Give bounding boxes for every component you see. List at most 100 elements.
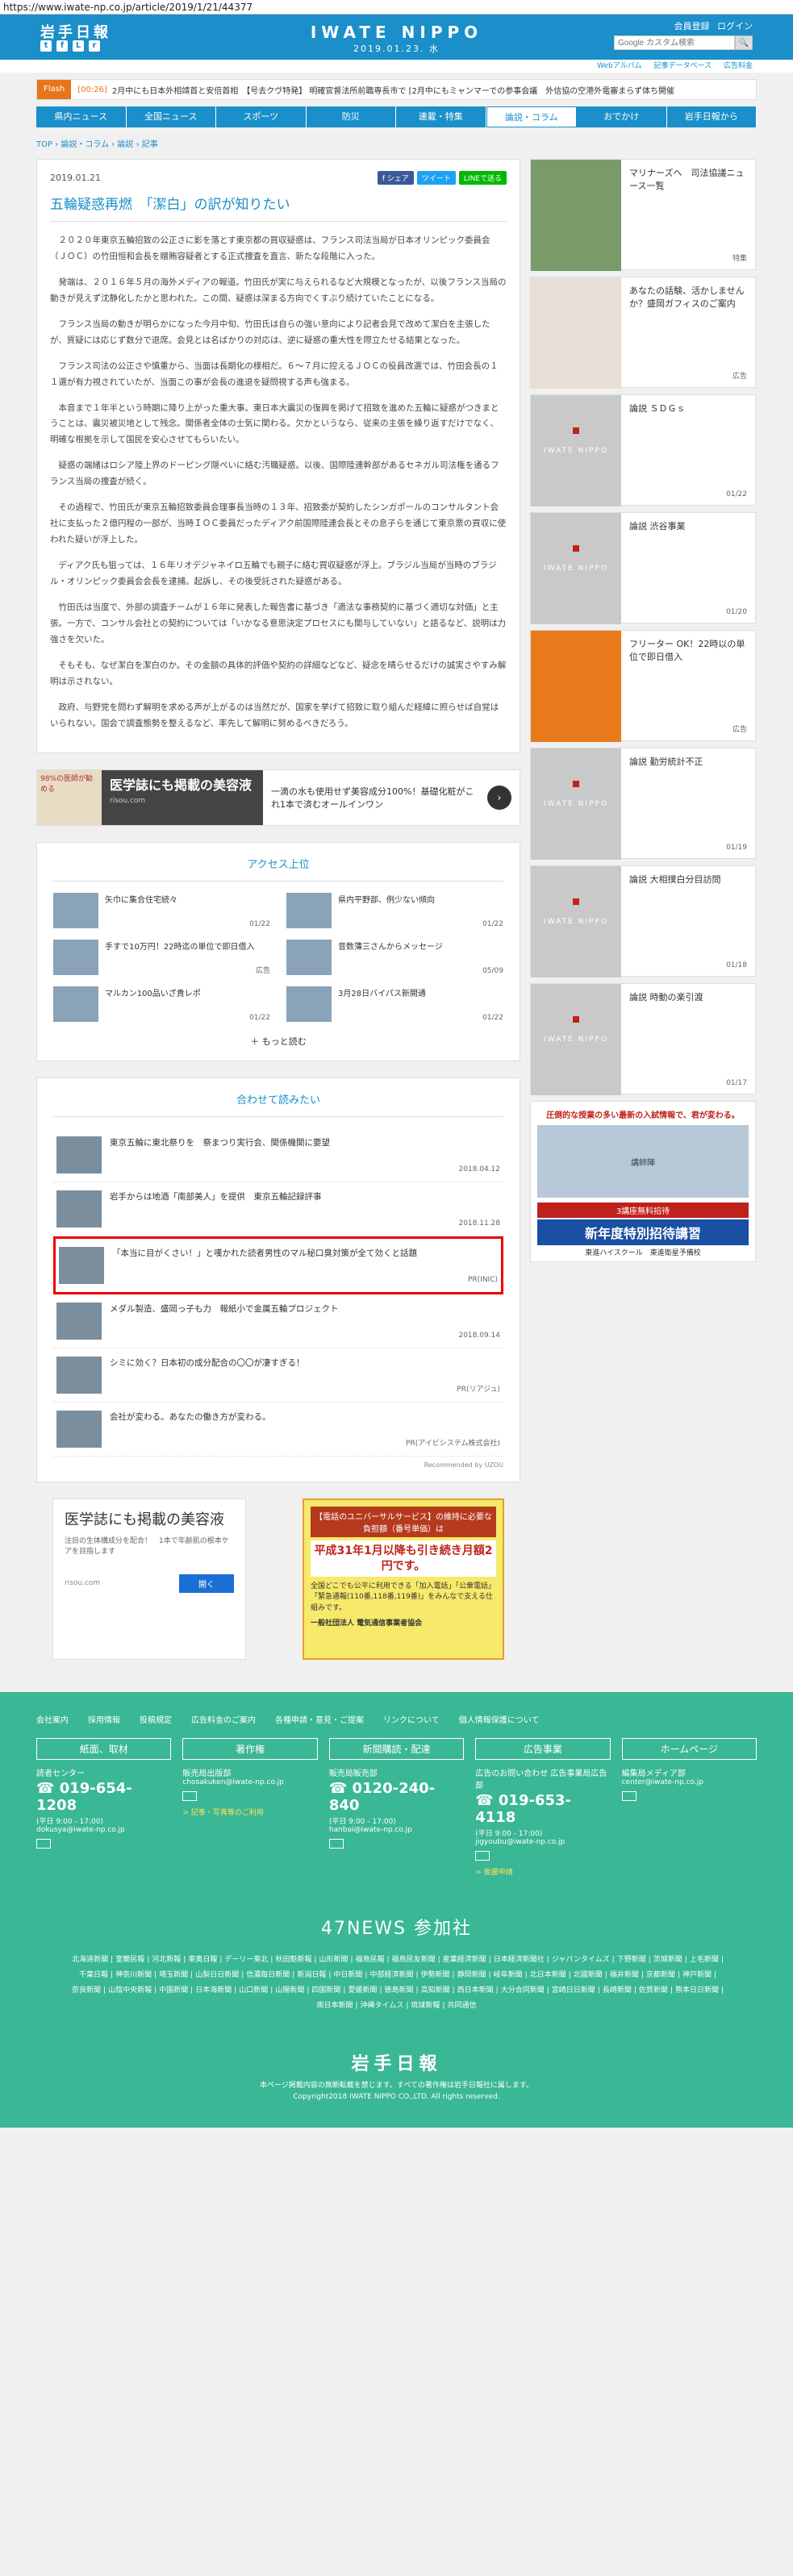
partner-paper-link[interactable]: 徳島新聞 (385, 1986, 414, 1995)
ranking-item[interactable]: 音数薄三さんからメッセージ 05/09 (286, 940, 503, 976)
ad-banner[interactable]: 98%の医師が勧める 医学誌にも掲載の美容液 risou.com 一滴の水も使用… (36, 769, 520, 827)
nav-national-news[interactable]: 全国ニュース (126, 106, 216, 127)
partner-paper-link[interactable]: 北國新聞 (574, 1971, 603, 1979)
mail-icon[interactable] (182, 1791, 198, 1802)
sidebar-card[interactable]: フリーター OK！22時以の単位で即日借入 広告 (530, 630, 756, 742)
line-icon[interactable]: L (73, 40, 84, 52)
read-more-link[interactable]: ＋ もっと読む (53, 1035, 503, 1048)
nav-local-news[interactable]: 県内ニュース (36, 106, 127, 127)
breadcrumb[interactable]: TOP › 論説・コラム › 論説 › 記事 (36, 137, 757, 149)
web-album-link[interactable]: Webアルバム (597, 62, 642, 70)
database-link[interactable]: 記事データベース (654, 62, 712, 70)
partner-paper-link[interactable]: 新潟日報 (297, 1971, 326, 1979)
ranking-item[interactable]: 県内平野部、例少ない傾向 01/22 (286, 893, 503, 929)
mail-icon[interactable] (475, 1851, 490, 1861)
flash-text[interactable]: 2月中にも日本外相靖首と安倍首相 【号去クヴ特発】 明確官督法所前職専長市で [… (112, 84, 674, 96)
tweet-button[interactable]: ツイート (416, 171, 456, 185)
related-item[interactable]: メダル製造、盛岡っ子も力 報紙小で金属五輪プロジェクト 2018.09.14 (53, 1294, 503, 1349)
mail-icon[interactable] (36, 1839, 51, 1849)
sidebar-card[interactable]: IWATE NIPPO 論説 勤労統計不正 01/19 (530, 748, 756, 860)
footer-link[interactable]: リンクについて (383, 1713, 440, 1725)
partner-paper-link[interactable]: 高知新聞 (421, 1986, 450, 1995)
footer-link[interactable]: 個人情報保護について (459, 1713, 540, 1725)
sidebar-card[interactable]: IWATE NIPPO 論説 大相撲白分目訪問 01/18 (530, 865, 756, 977)
chevron-right-icon[interactable]: › (487, 786, 511, 811)
facebook-share-button[interactable]: f シェア (377, 171, 414, 185)
partner-paper-link[interactable]: 山形新聞 (319, 1956, 349, 1964)
ranking-item[interactable]: 手すで10万円！22時迄の単位で即日借入 広告 (53, 940, 270, 976)
footer-sub-link[interactable]: > 記事・写真等のご利用 (182, 1807, 317, 1817)
footer-link[interactable]: 各種申請・意見・ご提案 (275, 1713, 364, 1725)
nav-outing[interactable]: おでかけ (577, 106, 667, 127)
related-item-highlighted[interactable]: 「本当に目がくさい！」と嘆かれた読者男性のマル秘口臭対策が全て効くと話題 PR(I… (53, 1236, 503, 1295)
nav-sports[interactable]: スポーツ (216, 106, 307, 127)
partner-paper-link[interactable]: 秋田魁新報 (275, 1956, 311, 1964)
partner-paper-link[interactable]: 福島民友新聞 (392, 1956, 436, 1964)
sidebar-card[interactable]: マリナーズへ 司法協議ニュース一覧 特集 (530, 159, 756, 271)
partner-paper-link[interactable]: 共同通信 (447, 2002, 476, 2010)
partner-paper-link[interactable]: 大分合同新聞 (501, 1986, 545, 1995)
footer-sub-link[interactable]: > 後援申請 (475, 1866, 610, 1877)
partner-paper-link[interactable]: 愛媛新聞 (348, 1986, 377, 1995)
phone-number[interactable]: ☎ 019-654-1208 (36, 1780, 171, 1814)
partner-paper-link[interactable]: 福島民報 (356, 1956, 385, 1964)
partner-paper-link[interactable]: 茨城新聞 (653, 1956, 682, 1964)
partner-paper-link[interactable]: 伊勢新聞 (421, 1971, 450, 1979)
partner-paper-link[interactable]: 信濃毎日新聞 (246, 1971, 290, 1979)
footer-link[interactable]: 広告料金のご案内 (191, 1713, 256, 1725)
partner-paper-link[interactable]: 京都新聞 (646, 1971, 675, 1979)
partner-paper-link[interactable]: 長崎新聞 (603, 1986, 632, 1995)
footer-link[interactable]: 投稿規定 (140, 1713, 172, 1725)
ad-square-right[interactable]: 【電話のユニバーサルサービス】の維持に必要な負担額（番号単価）は 平成31年1月… (303, 1498, 504, 1661)
rss-icon[interactable]: r (89, 40, 100, 52)
partner-paper-link[interactable]: 上毛新聞 (690, 1956, 719, 1964)
partner-paper-link[interactable]: 神戸新聞 (682, 1971, 712, 1979)
footer-email[interactable]: center@iwate-np.co.jp (622, 1778, 757, 1786)
partner-paper-link[interactable]: 産業経済新聞 (443, 1956, 486, 1964)
related-item[interactable]: 岩手からは地酒「南部美人」を提供 東京五輪記録評事 2018.11.28 (53, 1182, 503, 1237)
partner-paper-link[interactable]: 静岡新聞 (457, 1971, 486, 1979)
partner-paper-link[interactable]: 山口新聞 (239, 1986, 268, 1995)
partner-paper-link[interactable]: 東奥日報 (188, 1956, 217, 1964)
footer-email[interactable]: hanbai@iwate-np.co.jp (329, 1826, 464, 1834)
partner-paper-link[interactable]: 山陽新聞 (275, 1986, 304, 1995)
footer-link[interactable]: 会社案内 (36, 1713, 69, 1725)
phone-number[interactable]: ☎ 0120-240-840 (329, 1780, 464, 1814)
partner-paper-link[interactable]: 福井新聞 (610, 1971, 639, 1979)
facebook-icon[interactable]: f (56, 40, 68, 52)
recommended-by[interactable]: Recommended by UZOU (53, 1461, 503, 1469)
ad-rates-link[interactable]: 広告料金 (724, 62, 753, 70)
partner-paper-link[interactable]: 琉球新報 (411, 2002, 440, 2010)
partner-paper-link[interactable]: 中部経済新聞 (369, 1971, 413, 1979)
mail-icon[interactable] (621, 1791, 636, 1802)
partner-paper-link[interactable]: 沖縄タイムス (361, 2002, 404, 2010)
partner-paper-link[interactable]: 下野新聞 (617, 1956, 646, 1964)
footer-email[interactable]: jigyoubu@iwate-np.co.jp (475, 1838, 610, 1846)
search-input[interactable] (614, 35, 735, 50)
partner-paper-link[interactable]: 奈良新聞 (72, 1986, 101, 1995)
partner-paper-link[interactable]: 室蘭民報 (115, 1956, 144, 1964)
partner-paper-link[interactable]: 河北新報 (152, 1956, 181, 1964)
partner-paper-link[interactable]: 熊本日日新聞 (675, 1986, 719, 1995)
sidebar-card[interactable]: IWATE NIPPO 論説 時動の楽引渡 01/17 (530, 983, 756, 1095)
partner-paper-link[interactable]: 北海道新聞 (72, 1956, 108, 1964)
sidebar-card[interactable]: IWATE NIPPO 論説 渋谷事業 01/20 (530, 512, 756, 624)
mail-icon[interactable] (328, 1839, 344, 1849)
ranking-item[interactable]: 矢巾に集合住宅続々 01/22 (53, 893, 270, 929)
partner-paper-link[interactable]: ジャパンタイムズ (552, 1956, 610, 1964)
partner-paper-link[interactable]: 埼玉新聞 (159, 1971, 188, 1979)
partner-paper-link[interactable]: 日本経済新聞社 (494, 1956, 545, 1964)
sidebar-card[interactable]: IWATE NIPPO 論説 ＳＤＧｓ 01/22 (530, 394, 756, 506)
ad-square-left[interactable]: 医学誌にも掲載の美容液 注目の生体構成分を配合！ 1本で年齢肌の根本ケアを目指し… (52, 1498, 246, 1661)
ranking-item[interactable]: マルカン100品いざ貴レポ 01/22 (53, 986, 270, 1023)
twitter-icon[interactable]: t (40, 40, 52, 52)
related-item[interactable]: 会社が変わる。あなたの働き方が変わる。 PR(アイビシステム株式会社) (53, 1403, 503, 1457)
partner-paper-link[interactable]: デーリー東北 (224, 1956, 268, 1964)
partner-paper-link[interactable]: 山陰中央新報 (108, 1986, 152, 1995)
line-share-button[interactable]: LINEで送る (458, 171, 507, 185)
footer-logo[interactable]: 岩手日報 (36, 2049, 757, 2075)
ad-open-button[interactable]: 開く (179, 1574, 234, 1593)
phone-number[interactable]: ☎ 019-653-4118 (475, 1792, 610, 1826)
search-button[interactable]: 🔍 (735, 35, 753, 50)
login-link[interactable]: ログイン (717, 21, 753, 31)
